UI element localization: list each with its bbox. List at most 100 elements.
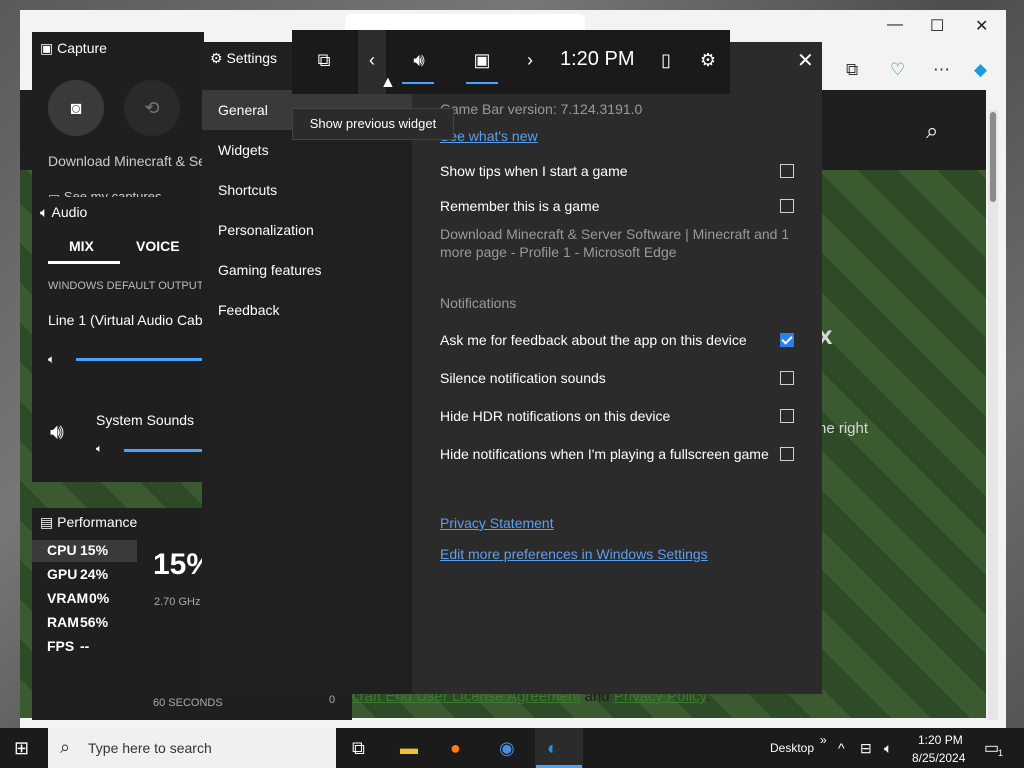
file-explorer-icon[interactable]: ▬ bbox=[400, 738, 418, 759]
audio-widget: 🔈︎ Audio MIX VOICE WINDOWS DEFAULT OUTPU… bbox=[32, 197, 218, 482]
settings-header: ⚙ Settings bbox=[210, 50, 277, 67]
privacy-statement-link[interactable]: Privacy Statement bbox=[440, 515, 554, 531]
widget-menu-icon[interactable]: ⧉ bbox=[309, 50, 339, 71]
show-tips-checkbox[interactable] bbox=[780, 164, 794, 178]
notification-center-icon[interactable]: ▭ bbox=[984, 738, 999, 758]
performance-title: Performance bbox=[57, 514, 138, 530]
fullscreen-option-label: Hide notifications when I'm playing a fu… bbox=[440, 446, 769, 462]
capture-widget-toggle-icon[interactable]: ▣ bbox=[467, 50, 497, 71]
collections-icon[interactable]: ⧉ bbox=[846, 60, 858, 80]
nav-personalization[interactable]: Personalization bbox=[202, 210, 412, 250]
graph-axis-zero: 0 bbox=[329, 694, 336, 706]
screenshot-button[interactable]: ◙ bbox=[48, 80, 104, 136]
perf-stat-fps[interactable]: FPS -- bbox=[47, 638, 89, 654]
capture-active-indicator bbox=[466, 82, 498, 84]
scrollbar-thumb[interactable] bbox=[990, 112, 996, 202]
perf-stat-cpu[interactable]: CPU 15% bbox=[47, 542, 108, 558]
maximize-icon[interactable]: ☐ bbox=[930, 16, 944, 36]
perf-stat-value: 56% bbox=[80, 614, 109, 630]
search-icon: ⌕ bbox=[60, 737, 71, 757]
copilot-icon[interactable]: ◆ bbox=[974, 60, 987, 80]
output-device[interactable]: Line 1 (Virtual Audio Cable) bbox=[48, 312, 218, 328]
mouse-icon[interactable]: ▯ bbox=[651, 50, 681, 71]
show-tips-label: Show tips when I start a game bbox=[440, 163, 628, 179]
windows-start-icon[interactable]: ⊞ bbox=[14, 738, 29, 759]
edit-preferences-link[interactable]: Edit more preferences in Windows Setting… bbox=[440, 546, 708, 562]
perf-stat-value: 15% bbox=[80, 542, 109, 558]
taskbar-date[interactable]: 8/25/2024 bbox=[912, 751, 965, 765]
nav-shortcuts[interactable]: Shortcuts bbox=[202, 170, 412, 210]
taskbar-search[interactable]: ⌕ Type here to search bbox=[48, 728, 336, 768]
edge-icon[interactable]: ◐ bbox=[547, 738, 558, 759]
perf-stat-label: GPU bbox=[47, 566, 78, 582]
silence-option-label: Silence notification sounds bbox=[440, 370, 606, 386]
toolbar-expand-icon[interactable]: » bbox=[820, 733, 827, 747]
fullscreen-option-checkbox[interactable] bbox=[780, 447, 794, 461]
search-placeholder: Type here to search bbox=[88, 740, 212, 756]
taskbar-time[interactable]: 1:20 PM bbox=[918, 733, 963, 747]
performance-icon: ▤ bbox=[40, 514, 54, 530]
record-last-button[interactable]: ⟲ bbox=[124, 80, 180, 136]
perf-stat-gpu[interactable]: GPU 24% bbox=[47, 566, 108, 582]
notification-count: 1 bbox=[998, 748, 1004, 758]
more-icon[interactable]: ⋯ bbox=[933, 60, 950, 80]
cpu-frequency: 2.70 GHz bbox=[154, 596, 201, 608]
tab-mix-indicator bbox=[48, 261, 120, 264]
chevron-right-icon[interactable]: › bbox=[515, 50, 545, 71]
nav-feedback[interactable]: Feedback bbox=[202, 290, 412, 330]
master-volume-slider[interactable] bbox=[76, 358, 204, 361]
close-icon[interactable]: ✕ bbox=[975, 16, 988, 36]
tab-voice[interactable]: VOICE bbox=[136, 238, 180, 254]
capture-title: Capture bbox=[57, 40, 107, 56]
search-icon[interactable]: ⌕ bbox=[926, 118, 938, 144]
notifications-heading: Notifications bbox=[440, 295, 517, 311]
health-icon[interactable]: ♡ bbox=[890, 60, 905, 80]
system-volume-slider[interactable] bbox=[124, 449, 204, 452]
remember-game-checkbox[interactable] bbox=[780, 199, 794, 213]
close-settings-icon[interactable]: ✕ bbox=[797, 48, 814, 73]
perf-stat-label: CPU bbox=[47, 542, 77, 558]
tab-mix[interactable]: MIX bbox=[69, 238, 94, 254]
settings-gear-icon[interactable]: ⚙ bbox=[693, 50, 723, 71]
clock: 1:20 PM bbox=[560, 48, 635, 70]
perf-stat-value: 24% bbox=[80, 566, 109, 582]
system-sounds-label: System Sounds bbox=[96, 412, 195, 428]
settings-title: Settings bbox=[226, 50, 278, 66]
volume-tray-icon[interactable]: 🔈︎ bbox=[884, 740, 892, 757]
hdr-option-checkbox[interactable] bbox=[780, 409, 794, 423]
perf-stat-label: RAM bbox=[47, 614, 79, 630]
edge-taskbar-button[interactable] bbox=[535, 728, 583, 768]
speaker-icon: 🔈︎ bbox=[40, 204, 49, 220]
perf-stat-label: FPS bbox=[47, 638, 75, 654]
nav-gaming-features[interactable]: Gaming features bbox=[202, 250, 412, 290]
feedback-option-label: Ask me for feedback about the app on thi… bbox=[440, 332, 747, 348]
network-icon[interactable]: ⊟ bbox=[860, 740, 872, 757]
perf-stat-vram[interactable]: VRAM0% bbox=[47, 590, 109, 606]
chrome-icon[interactable]: ◉ bbox=[499, 738, 515, 759]
game-description: Download Minecraft & Server Software | M… bbox=[440, 226, 790, 260]
hdr-option-label: Hide HDR notifications on this device bbox=[440, 408, 671, 424]
mouse-cursor-icon: ▲ bbox=[380, 74, 396, 91]
whats-new-link[interactable]: See what's new bbox=[440, 128, 538, 144]
graph-window-label: 60 SECONDS bbox=[153, 697, 223, 709]
firefox-icon[interactable]: ● bbox=[450, 738, 461, 759]
desktop-toolbar-label[interactable]: Desktop bbox=[770, 741, 814, 755]
task-view-icon[interactable]: ⧉ bbox=[352, 738, 365, 759]
perf-stat-label: VRAM bbox=[47, 590, 89, 606]
gear-icon: ⚙ bbox=[210, 50, 223, 66]
record-last-icon: ⟲ bbox=[144, 98, 160, 118]
volume-icon: 🔈︎ bbox=[48, 352, 56, 366]
capture-target: Download Minecraft & Se bbox=[48, 153, 206, 169]
chevron-left-icon[interactable]: ‹ bbox=[357, 50, 387, 71]
perf-stat-ram[interactable]: RAM56% bbox=[47, 614, 108, 630]
feedback-option-checkbox[interactable] bbox=[780, 333, 794, 347]
perf-stat-value: 0% bbox=[89, 590, 110, 606]
minimize-icon[interactable]: — bbox=[887, 16, 903, 34]
silence-option-checkbox[interactable] bbox=[780, 371, 794, 385]
game-bar-version: Game Bar version: 7.124.3191.0 bbox=[440, 101, 643, 117]
chevron-up-icon[interactable]: ^ bbox=[838, 740, 845, 756]
audio-title: Audio bbox=[51, 204, 88, 220]
perf-stat-value: -- bbox=[80, 638, 90, 654]
audio-widget-icon[interactable]: 🔊︎ bbox=[404, 50, 434, 71]
capture-widget-icon: ▣ bbox=[40, 40, 54, 56]
